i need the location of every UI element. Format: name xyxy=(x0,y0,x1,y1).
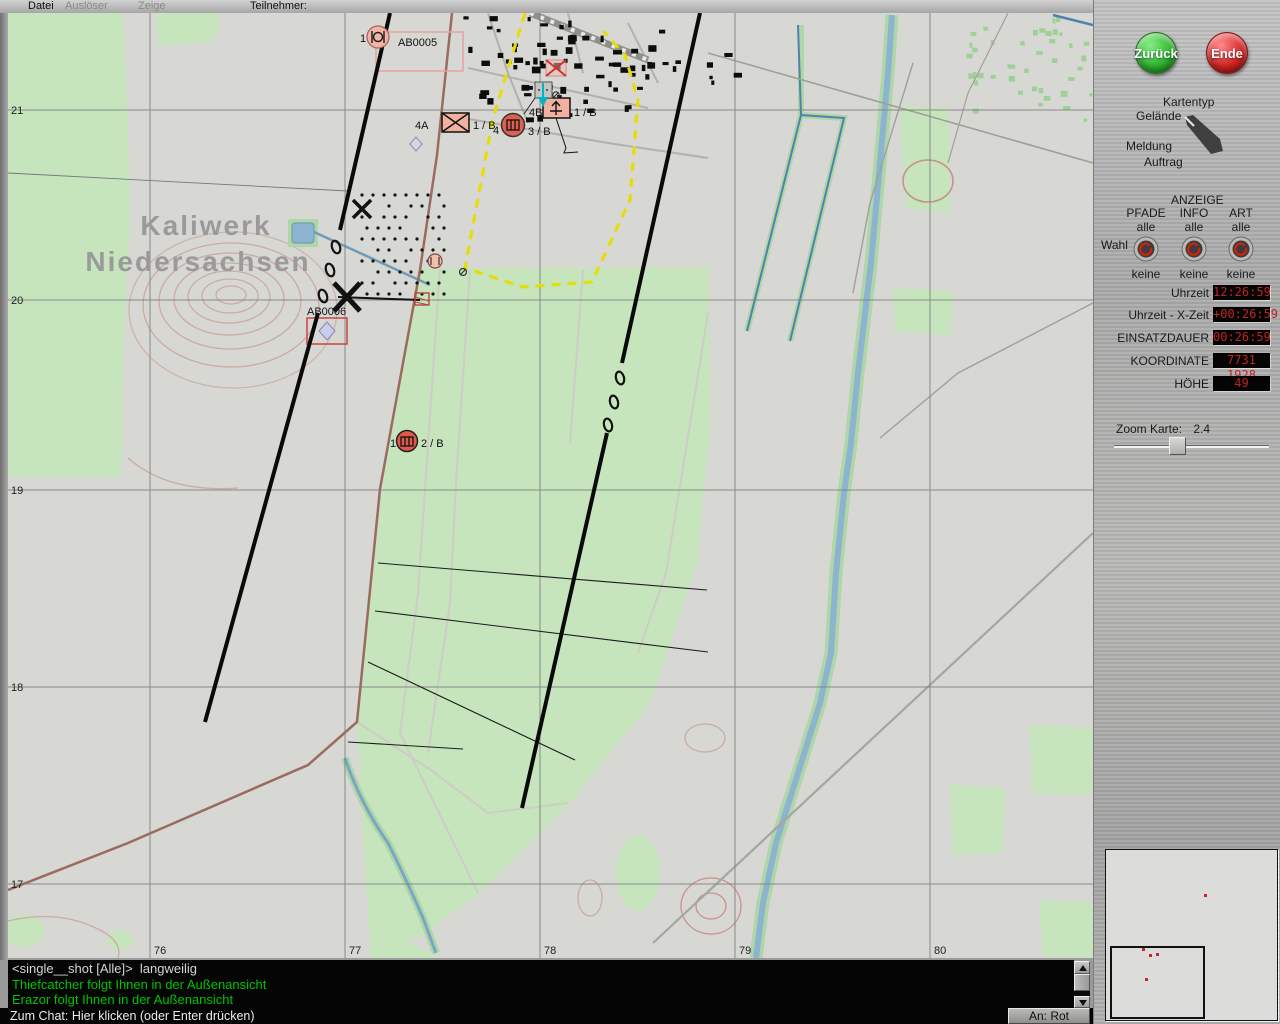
led-display: 7731 1928 xyxy=(1213,353,1270,382)
zoom-slider-thumb[interactable] xyxy=(1169,437,1186,455)
col-name: PFADE xyxy=(1126,206,1166,220)
minimap-unit-dot xyxy=(1156,953,1159,956)
svg-text:1: 1 xyxy=(390,438,396,450)
readout-uhrzeit: Uhrzeit 12:26:59 xyxy=(1094,285,1280,301)
art-knob[interactable] xyxy=(1228,236,1254,262)
readout-label: EINSATZDAUER xyxy=(1117,331,1209,345)
unit-crossed-red[interactable] xyxy=(545,59,567,77)
readout-koordinate: KOORDINATE 7731 1928 xyxy=(1094,353,1280,382)
col-name: INFO xyxy=(1179,206,1209,220)
participants-label: Teilnehmer: xyxy=(250,0,307,12)
chat-prompt[interactable]: Zum Chat: Hier klicken (oder Enter drück… xyxy=(10,1009,255,1023)
zoom-caption: Zoom Karte: xyxy=(1116,422,1183,436)
led-display: 00:26:59 xyxy=(1213,330,1271,345)
svg-text:18: 18 xyxy=(11,682,23,694)
x-marks xyxy=(332,198,430,313)
place-label-kaliwerk: Kaliwerk xyxy=(140,210,271,241)
svg-text:21: 21 xyxy=(11,105,23,117)
svg-text:2 / B: 2 / B xyxy=(421,438,444,450)
chat-recipient-dropdown[interactable]: An: Rot xyxy=(1008,1008,1090,1024)
meldung-label[interactable]: Meldung xyxy=(1126,139,1172,153)
objective-diamond xyxy=(409,136,423,152)
minimap[interactable] xyxy=(1105,849,1278,1021)
zoom-value: 2.4 xyxy=(1193,422,1211,436)
menu-datei[interactable]: Datei xyxy=(28,0,54,13)
unit-infantry-4a[interactable]: 4A 1 / B xyxy=(415,112,496,133)
menu-zeige: Zeige xyxy=(138,0,166,12)
minimap-viewport-rect[interactable] xyxy=(1110,946,1205,1019)
anzeige-col-art: ART alle keine xyxy=(1218,206,1264,281)
end-button[interactable]: Ende xyxy=(1206,32,1248,74)
tactical-map[interactable]: 76 77 78 79 80 21 20 19 18 17 Kaliwerk N… xyxy=(8,13,1093,958)
svg-text:4B: 4B xyxy=(529,107,542,119)
auftrag-label[interactable]: Auftrag xyxy=(1144,155,1183,169)
svg-text:AB0005: AB0005 xyxy=(398,37,437,49)
svg-text:77: 77 xyxy=(349,945,361,957)
minimap-unit-dot xyxy=(1142,948,1145,951)
info-knob[interactable] xyxy=(1181,236,1207,262)
svg-text:3 / B: 3 / B xyxy=(528,126,551,138)
svg-text:4: 4 xyxy=(493,125,499,137)
col-keine: keine xyxy=(1131,267,1161,281)
scroll-down-button[interactable] xyxy=(1074,996,1090,1008)
map-type-label: Kartentyp xyxy=(1163,95,1215,109)
led-display: 49 xyxy=(1213,376,1270,391)
chat-log[interactable]: <single__shot [Alle]> langweilig Thiefca… xyxy=(8,960,1074,1008)
minimap-unit-dot xyxy=(1204,894,1207,897)
svg-text:4A: 4A xyxy=(415,120,429,132)
map-type-value[interactable]: Gelände xyxy=(1136,109,1181,123)
scroll-up-button[interactable] xyxy=(1074,961,1090,974)
col-alle: alle xyxy=(1184,220,1204,234)
anzeige-title: ANZEIGE xyxy=(1171,193,1224,207)
led-display: +00:26:59 xyxy=(1213,307,1279,322)
svg-text:78: 78 xyxy=(544,945,556,957)
led-display: 12:26:59 xyxy=(1213,285,1271,300)
svg-text:19: 19 xyxy=(11,485,23,497)
menu-bar: Datei Auslöser Zeige Teilnehmer: xyxy=(0,0,1093,13)
scrub-speckle xyxy=(966,16,1093,122)
readout-label: KOORDINATE xyxy=(1130,354,1209,368)
svg-text:1 / B: 1 / B xyxy=(574,107,597,119)
pen-pointer-icon xyxy=(1184,115,1223,154)
unit-recon-small[interactable] xyxy=(427,253,443,269)
minimap-unit-dot xyxy=(1149,954,1152,957)
chat-message: Thiefcatcher folgt Ihnen in der Außenans… xyxy=(12,976,267,992)
chat-message: Erazor folgt Ihnen in der Außenansicht xyxy=(12,992,234,1007)
map-viewport[interactable]: 76 77 78 79 80 21 20 19 18 17 Kaliwerk N… xyxy=(8,13,1093,958)
chat-input-bar[interactable]: Zum Chat: Hier klicken (oder Enter drück… xyxy=(0,1008,1093,1024)
readout-label: HÖHE xyxy=(1174,377,1209,391)
menu-ausloeser: Auslöser xyxy=(65,0,108,12)
svg-text:79: 79 xyxy=(739,945,751,957)
back-button[interactable]: Zurück xyxy=(1134,32,1178,74)
zoom-slider-track[interactable] xyxy=(1114,445,1269,448)
svg-text:17: 17 xyxy=(11,879,23,891)
svg-text:20: 20 xyxy=(11,295,23,307)
col-alle: alle xyxy=(1231,220,1251,234)
scroll-thumb[interactable] xyxy=(1074,974,1090,991)
chat-message: <single__shot [Alle]> langweilig xyxy=(12,961,198,976)
col-name: ART xyxy=(1229,206,1253,220)
col-keine: keine xyxy=(1226,267,1256,281)
zoom-label: Zoom Karte: 2.4 xyxy=(1116,422,1210,436)
svg-text:76: 76 xyxy=(154,945,166,957)
svg-text:80: 80 xyxy=(934,945,946,957)
pfade-knob[interactable] xyxy=(1133,236,1159,262)
readout-label: Uhrzeit xyxy=(1170,286,1209,300)
anzeige-col-info: INFO alle keine xyxy=(1171,206,1217,281)
place-label-niedersachsen: Niedersachsen xyxy=(85,246,310,277)
window-frame xyxy=(0,13,8,960)
unit-recon-top[interactable]: 1 xyxy=(360,25,390,49)
readout-einsatzdauer: EINSATZDAUER 00:26:59 xyxy=(1094,330,1280,346)
readout-label: Uhrzeit - X-Zeit xyxy=(1128,308,1209,322)
readout-x-zeit: Uhrzeit - X-Zeit +00:26:59 xyxy=(1094,307,1280,323)
col-alle: alle xyxy=(1136,220,1156,234)
app-window: Datei Auslöser Zeige Teilnehmer: 76 77 7… xyxy=(0,0,1280,1024)
readout-hoehe: HÖHE 49 xyxy=(1094,376,1280,392)
svg-text:1: 1 xyxy=(360,33,366,45)
anzeige-col-pfade: PFADE alle keine xyxy=(1123,206,1169,281)
col-keine: keine xyxy=(1179,267,1209,281)
chat-scrollbar[interactable] xyxy=(1074,961,1090,1008)
minimap-unit-dot xyxy=(1145,978,1148,981)
control-panel: Zurück Ende Kartentyp Gelände Meldung Au… xyxy=(1093,0,1280,1024)
